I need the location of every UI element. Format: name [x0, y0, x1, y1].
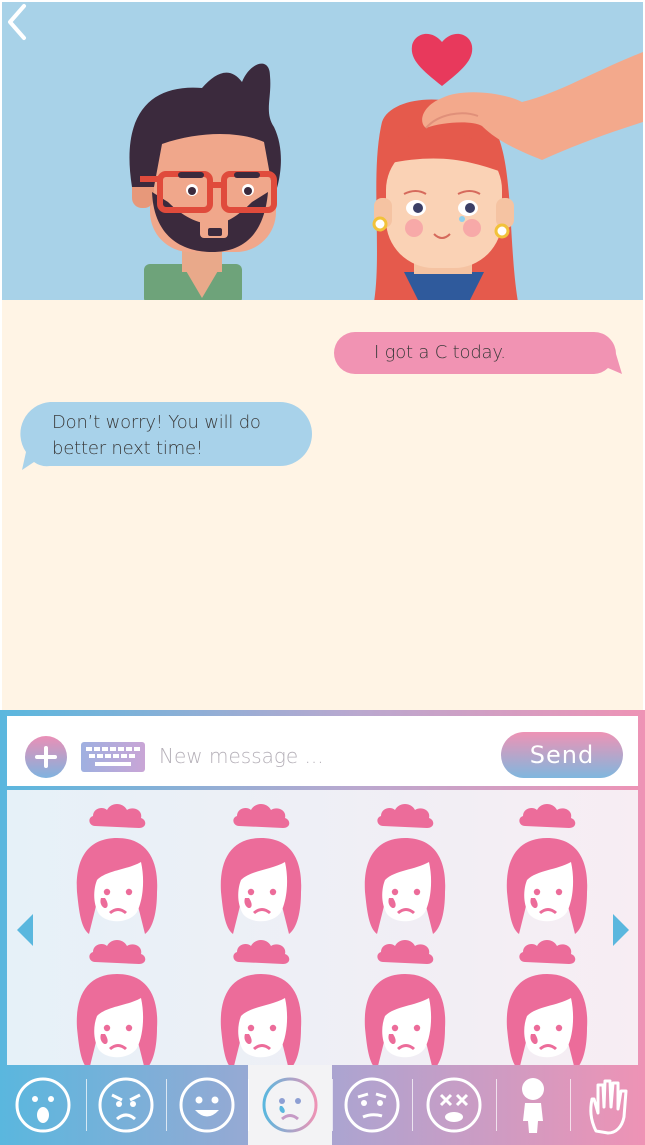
worried-face-icon [344, 1077, 400, 1133]
plus-icon[interactable] [25, 736, 67, 778]
triangle-right-icon[interactable] [611, 912, 631, 948]
tab-divider [86, 1079, 87, 1131]
sad-face-icon [262, 1077, 318, 1133]
composer-panel: Send [0, 710, 645, 1065]
message-incoming: Don’t worry! You will do better next tim… [20, 400, 314, 472]
happy-face-icon [179, 1077, 235, 1133]
message-input[interactable] [157, 738, 481, 774]
surprised-face-icon [15, 1077, 71, 1133]
tab-divider [496, 1079, 497, 1131]
tab-divider [248, 1079, 249, 1131]
triangle-left-icon[interactable] [15, 912, 35, 948]
tab-divider [412, 1079, 413, 1131]
sticker-sad-girl[interactable] [67, 936, 167, 1065]
sticker-sad-girl[interactable] [497, 800, 597, 938]
tab-hand[interactable] [570, 1065, 645, 1145]
tab-happy[interactable] [166, 1065, 248, 1145]
tab-divider [166, 1079, 167, 1131]
message-line: Don’t worry! You will do [52, 412, 261, 433]
send-button[interactable]: Send [501, 732, 623, 778]
sticker-sad-girl[interactable] [67, 800, 167, 938]
tab-sad[interactable] [248, 1065, 332, 1145]
tab-divider [332, 1079, 333, 1131]
sticker-sad-girl[interactable] [355, 800, 455, 938]
message-input-bar: Send [7, 716, 638, 786]
sticker-sad-girl[interactable] [497, 936, 597, 1065]
hero-art [129, 33, 643, 300]
tab-angry[interactable] [86, 1065, 166, 1145]
message-text: I got a C today. [374, 342, 506, 363]
heart-icon [411, 33, 473, 86]
message-text: Don’t worry! You will do better next tim… [52, 410, 261, 462]
sticker-sad-girl[interactable] [211, 800, 311, 938]
chat-area: I got a C today. Don’t worry! You will d… [2, 300, 643, 710]
angry-face-icon [98, 1077, 154, 1133]
dizzy-face-icon [426, 1077, 482, 1133]
hand-face-icon [588, 1079, 627, 1135]
tab-divider [570, 1079, 571, 1131]
tab-worried[interactable] [332, 1065, 412, 1145]
message-line: better next time! [52, 438, 203, 459]
tab-body[interactable] [496, 1065, 570, 1145]
dad-figure [129, 63, 281, 300]
chevron-left-icon[interactable] [2, 2, 34, 42]
tab-surprised[interactable] [0, 1065, 86, 1145]
sticker-sad-girl[interactable] [355, 936, 455, 1065]
body-face-icon [522, 1078, 544, 1133]
sticker-grid [7, 790, 638, 1065]
header-illustration [2, 2, 643, 300]
emoji-category-bar [0, 1065, 645, 1145]
sticker-sad-girl[interactable] [211, 936, 311, 1065]
tab-dizzy[interactable] [412, 1065, 496, 1145]
message-outgoing: I got a C today. [332, 330, 624, 376]
keyboard-icon[interactable] [81, 742, 145, 772]
